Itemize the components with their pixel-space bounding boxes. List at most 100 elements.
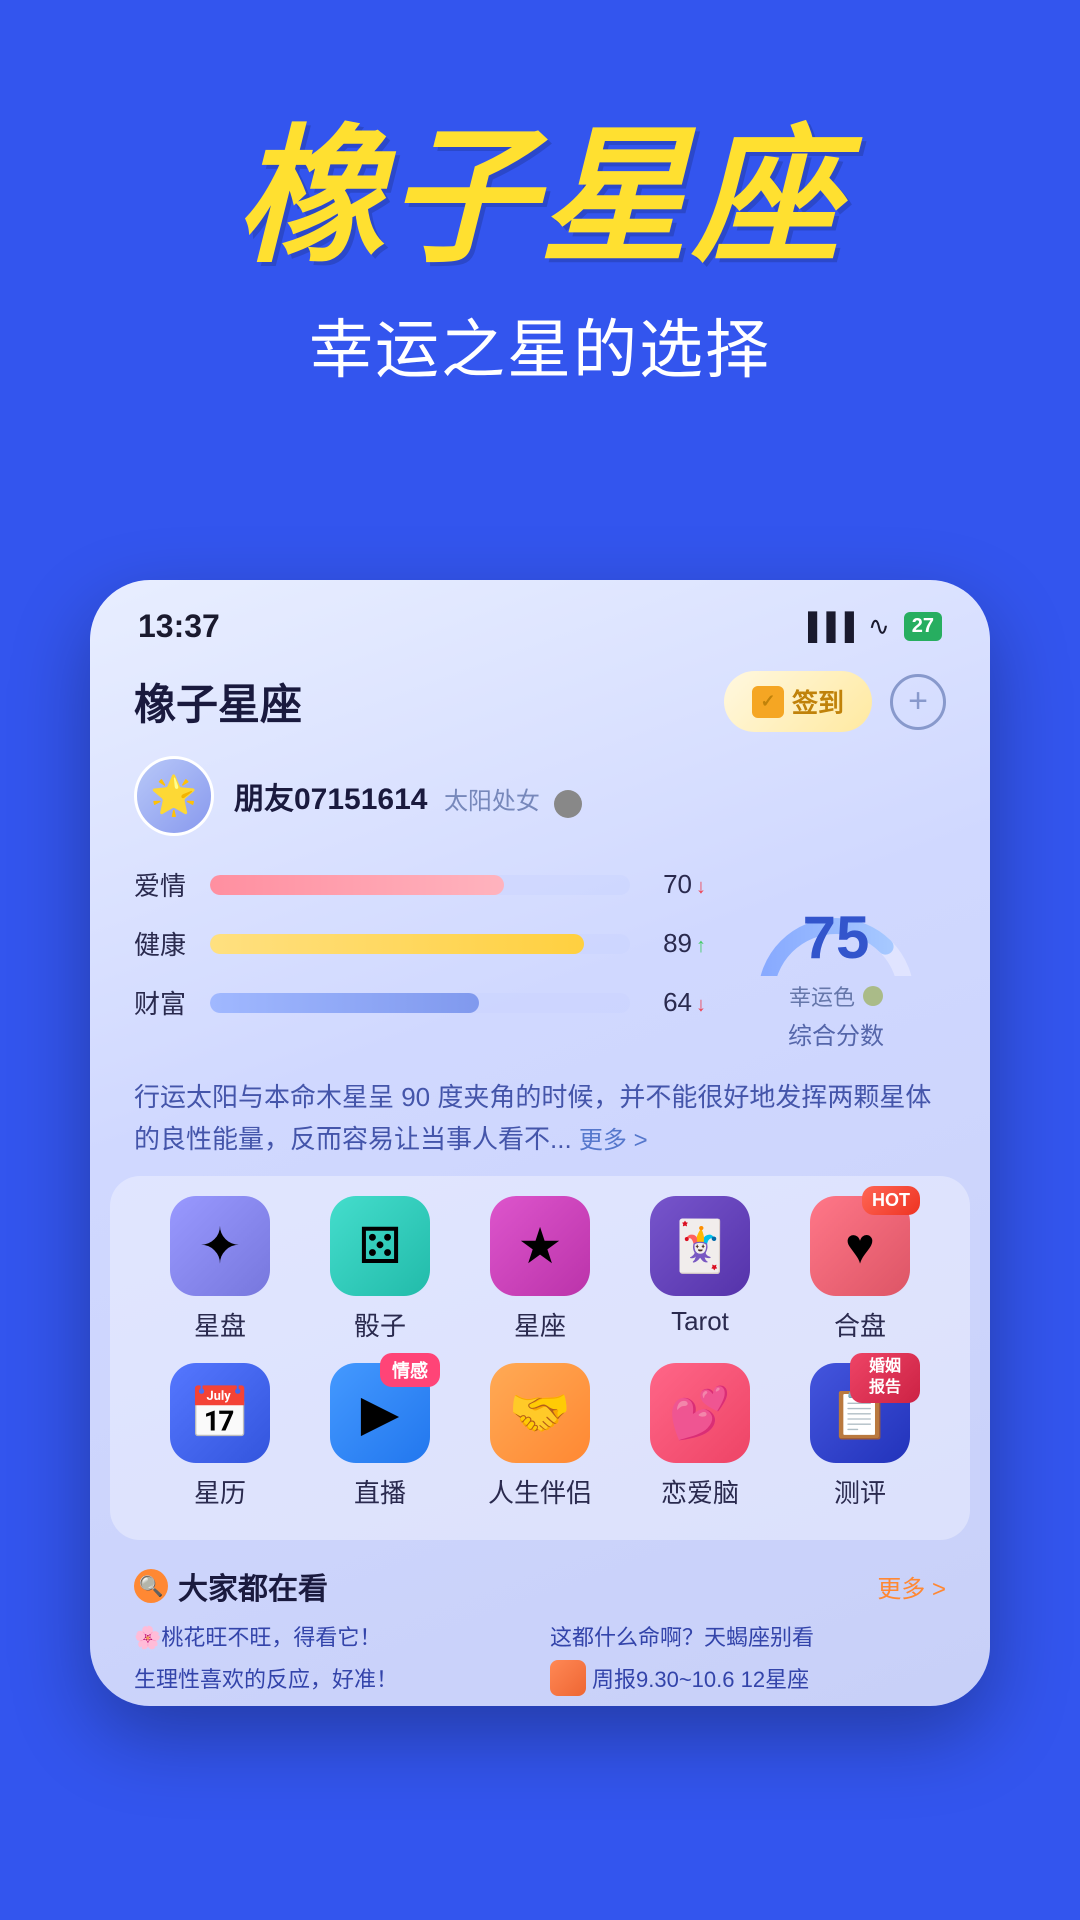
trending-items: 🌸桃花旺不旺，得看它！ 这都什么命啊？天蝎座别看 生理性喜欢的反应，好准！ 周报… (134, 1620, 946, 1696)
love-bar-bg (210, 875, 630, 895)
feature-xingzuo[interactable]: ★ 星座 (470, 1196, 610, 1343)
partner-icon-wrapper: 🤝 (490, 1363, 590, 1463)
hot-badge: HOT (862, 1186, 920, 1215)
review-label: 测评 (834, 1473, 886, 1510)
love-label: 爱情 (134, 866, 194, 903)
description: 行运太阳与本命木星呈 90 度夹角的时候，并不能很好地发挥两颗星体的良性能量，反… (90, 1061, 990, 1176)
wealth-bar-bg (210, 993, 630, 1013)
app-title-hero: 橡子星座 (60, 120, 1020, 275)
wealth-trend: ↓ (696, 994, 706, 1016)
review-icon-wrapper: 📋 婚姻报告 (810, 1363, 910, 1463)
feature-xingli[interactable]: 📅 星历 (150, 1363, 290, 1510)
tarot-icon-wrapper: 🃏 (650, 1196, 750, 1296)
xingzuo-icon: ★ (490, 1196, 590, 1296)
feature-row-1: ✦ 星盘 ⚄ 骰子 ★ 星座 🃏 Tarot (140, 1196, 940, 1343)
tarot-label: Tarot (671, 1306, 729, 1337)
phone-mockup: 13:37 ▐▐▐ ∿ 27 橡子星座 ✓ 签到 + 🌟 朋友07151614 … (90, 580, 990, 1706)
wealth-value: 64↓ (646, 987, 706, 1018)
plus-icon: + (908, 682, 928, 721)
health-bar-bg (210, 934, 630, 954)
feature-xingpan[interactable]: ✦ 星盘 (150, 1196, 290, 1343)
wifi-icon: ∿ (868, 611, 890, 642)
xingzuo-label: 星座 (514, 1306, 566, 1343)
battery-icon: 27 (904, 612, 942, 641)
user-info: 🌟 朋友07151614 太阳处女 (90, 742, 990, 846)
partner-label: 人生伴侣 (488, 1473, 592, 1510)
user-name: 朋友07151614 (234, 783, 427, 816)
xingzuo-icon-wrapper: ★ (490, 1196, 590, 1296)
signal-icon: ▐▐▐ (799, 611, 854, 642)
feature-partner[interactable]: 🤝 人生伴侣 (470, 1363, 610, 1510)
love-bar-fill (210, 875, 504, 895)
wealth-label: 财富 (134, 984, 194, 1021)
trending-row-1: 🌸桃花旺不旺，得看它！ 这都什么命啊？天蝎座别看 (134, 1620, 946, 1652)
app-header: 橡子星座 ✓ 签到 + (90, 655, 990, 742)
health-label: 健康 (134, 925, 194, 962)
header-actions: ✓ 签到 + (724, 671, 946, 732)
love-icon-wrapper: 💕 (650, 1363, 750, 1463)
shazi-icon: ⚄ (330, 1196, 430, 1296)
xingpan-icon-wrapper: ✦ (170, 1196, 270, 1296)
feature-live[interactable]: ▶ 情感 直播 (310, 1363, 450, 1510)
feature-love[interactable]: 💕 恋爱脑 (630, 1363, 770, 1510)
search-icon: 🔍 (134, 1569, 168, 1603)
trending-item-3[interactable]: 生理性喜欢的反应，好准！ (134, 1660, 530, 1696)
status-icons: ▐▐▐ ∿ 27 (799, 611, 942, 642)
status-time: 13:37 (138, 608, 220, 645)
trending-title: 🔍 大家都在看 (134, 1564, 328, 1608)
gauge-number: 75 (803, 908, 870, 968)
user-details: 朋友07151614 太阳处女 (234, 774, 582, 819)
trending-section: 🔍 大家都在看 更多 > 🌸桃花旺不旺，得看它！ 这都什么命啊？天蝎座别看 生理… (90, 1550, 990, 1706)
feature-hepan[interactable]: ♥ HOT 合盘 (790, 1196, 930, 1343)
health-stat-row: 健康 89↑ (134, 925, 706, 962)
live-label: 直播 (354, 1473, 406, 1510)
hun-badge: 婚姻报告 (850, 1353, 920, 1403)
gauge-label: 综合分数 (788, 1016, 884, 1051)
health-bar-fill (210, 934, 584, 954)
love-stat-row: 爱情 70↓ (134, 866, 706, 903)
score-gauge: 75 幸运色 综合分数 (726, 866, 946, 1051)
love-value: 70↓ (646, 869, 706, 900)
feature-shazi[interactable]: ⚄ 骰子 (310, 1196, 450, 1343)
partner-icon: 🤝 (490, 1363, 590, 1463)
xingli-icon: 📅 (170, 1363, 270, 1463)
trending-item-4[interactable]: 周报9.30~10.6 12星座 (550, 1660, 946, 1696)
qing-badge: 情感 (380, 1353, 440, 1387)
xingli-label: 星历 (194, 1473, 246, 1510)
avatar: 🌟 (134, 756, 214, 836)
app-subtitle-hero: 幸运之星的选择 (60, 299, 1020, 391)
xingli-icon-wrapper: 📅 (170, 1363, 270, 1463)
checkin-button[interactable]: ✓ 签到 (724, 671, 872, 732)
xingpan-icon: ✦ (170, 1196, 270, 1296)
xingpan-label: 星盘 (194, 1306, 246, 1343)
love-trend: ↓ (696, 876, 706, 898)
love-label: 恋爱脑 (661, 1473, 739, 1510)
lucky-color: 幸运色 (789, 980, 883, 1012)
trending-more[interactable]: 更多 > (877, 1569, 946, 1604)
shazi-icon-wrapper: ⚄ (330, 1196, 430, 1296)
trending-item-2[interactable]: 这都什么命啊？天蝎座别看 (550, 1620, 946, 1652)
feature-grid: ✦ 星盘 ⚄ 骰子 ★ 星座 🃏 Tarot (110, 1176, 970, 1540)
stats-section: 爱情 70↓ 健康 89↑ 财富 (90, 846, 990, 1061)
trending-row-2: 生理性喜欢的反应，好准！ 周报9.30~10.6 12星座 (134, 1660, 946, 1696)
more-link[interactable]: 更多 > (579, 1127, 648, 1154)
tarot-icon: 🃏 (650, 1196, 750, 1296)
sun-badge (554, 790, 582, 818)
feature-review[interactable]: 📋 婚姻报告 测评 (790, 1363, 930, 1510)
checkin-icon: ✓ (752, 686, 784, 718)
app-header-title: 橡子星座 (134, 671, 302, 732)
trending-item-1[interactable]: 🌸桃花旺不旺，得看它！ (134, 1620, 530, 1652)
hepan-label: 合盘 (834, 1306, 886, 1343)
health-value: 89↑ (646, 928, 706, 959)
stats-bars: 爱情 70↓ 健康 89↑ 财富 (134, 866, 706, 1051)
shazi-label: 骰子 (354, 1306, 406, 1343)
gauge-circle: 75 (746, 866, 926, 976)
love-icon: 💕 (650, 1363, 750, 1463)
user-sign: 太阳处女 (444, 788, 540, 815)
add-button[interactable]: + (890, 674, 946, 730)
feature-tarot[interactable]: 🃏 Tarot (630, 1196, 770, 1343)
trending-thumb (550, 1660, 586, 1696)
hero-section: 橡子星座 幸运之星的选择 (0, 0, 1080, 451)
wealth-stat-row: 财富 64↓ (134, 984, 706, 1021)
color-dot (863, 986, 883, 1006)
